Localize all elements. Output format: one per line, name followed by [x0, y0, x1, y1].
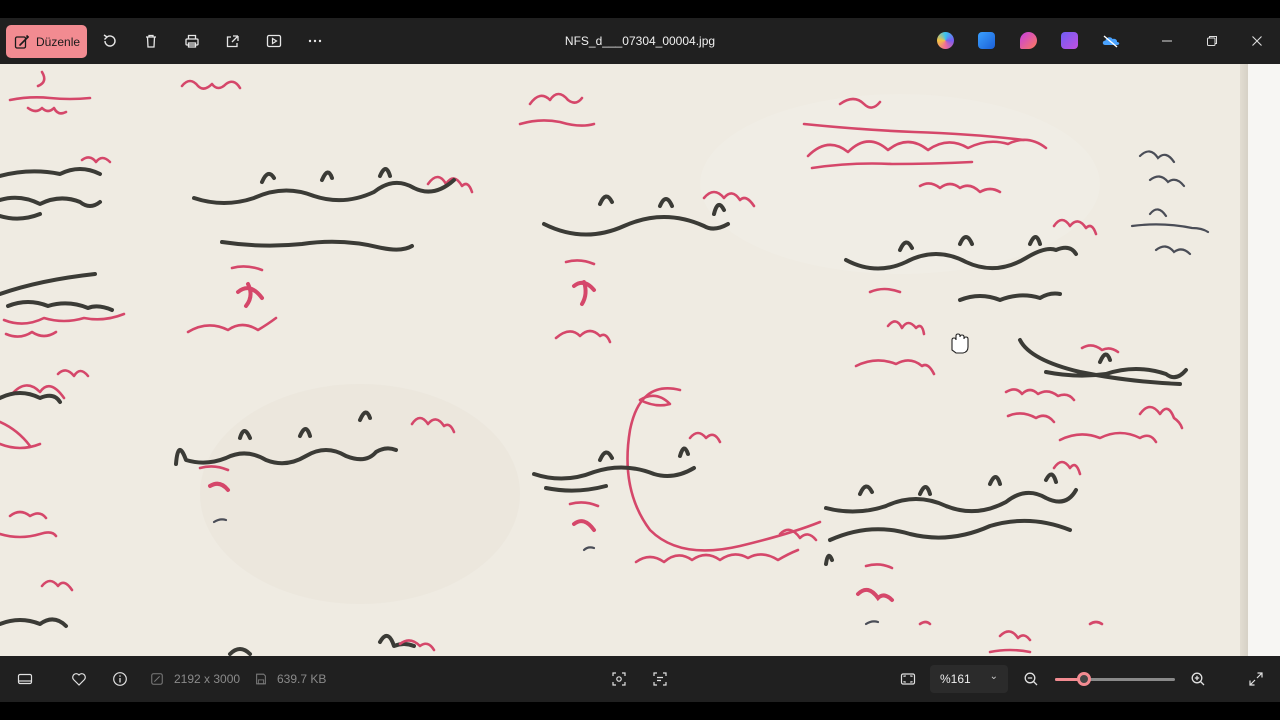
visual-search-icon[interactable] [610, 670, 628, 688]
screen-bottom-border [0, 702, 1280, 720]
slideshow-icon[interactable] [264, 31, 284, 51]
zoom-out-icon[interactable] [1022, 670, 1040, 688]
zoom-level-value: %161 [940, 672, 971, 686]
file-info-icon[interactable] [111, 670, 129, 688]
full-screen-icon[interactable] [1247, 670, 1265, 688]
file-size: 639.7 KB [277, 672, 327, 686]
zoom-level-dropdown[interactable]: %161 ⌄ [930, 665, 1008, 693]
image-viewport[interactable] [0, 64, 1280, 656]
delete-icon[interactable] [141, 31, 161, 51]
more-icon[interactable] [305, 31, 325, 51]
restore-icon[interactable] [1201, 30, 1223, 52]
scan-background [1248, 64, 1280, 656]
manuscript-handwriting [0, 64, 1246, 656]
edit-button-label: Düzenle [36, 34, 81, 49]
status-bar: 2192 x 3000 639.7 KB %161 ⌄ [0, 656, 1280, 702]
file-size-icon [254, 670, 268, 688]
zoom-slider-thumb[interactable] [1076, 672, 1091, 686]
edit-image-icon [14, 34, 30, 49]
fit-to-window-icon[interactable] [899, 670, 917, 688]
chevron-down-icon: ⌄ [989, 671, 998, 682]
zoom-in-icon[interactable] [1189, 670, 1207, 688]
favorite-icon[interactable] [70, 670, 88, 688]
close-icon[interactable] [1246, 30, 1268, 52]
share-icon[interactable] [223, 31, 243, 51]
dimensions-icon [150, 670, 164, 688]
minimize-icon[interactable] [1156, 30, 1178, 52]
photos-icon[interactable] [1061, 32, 1078, 49]
filmstrip-icon[interactable] [16, 670, 34, 688]
screen-top-border [0, 0, 1280, 18]
designer-icon[interactable] [978, 32, 995, 49]
rotate-icon[interactable] [100, 31, 120, 51]
print-icon[interactable] [182, 31, 202, 51]
document-image[interactable] [0, 64, 1246, 656]
copilot-icon[interactable] [937, 32, 954, 49]
zoom-slider[interactable] [1055, 672, 1175, 686]
image-dimensions: 2192 x 3000 [174, 672, 241, 686]
title-bar: Düzenle NFS_d___07304_00004.jpg [0, 18, 1280, 64]
text-extract-icon[interactable] [651, 670, 669, 688]
paper-edge [1240, 64, 1248, 656]
onedrive-icon[interactable] [1101, 32, 1121, 49]
clipchamp-icon[interactable] [1020, 32, 1037, 49]
edit-button[interactable]: Düzenle [6, 25, 87, 58]
